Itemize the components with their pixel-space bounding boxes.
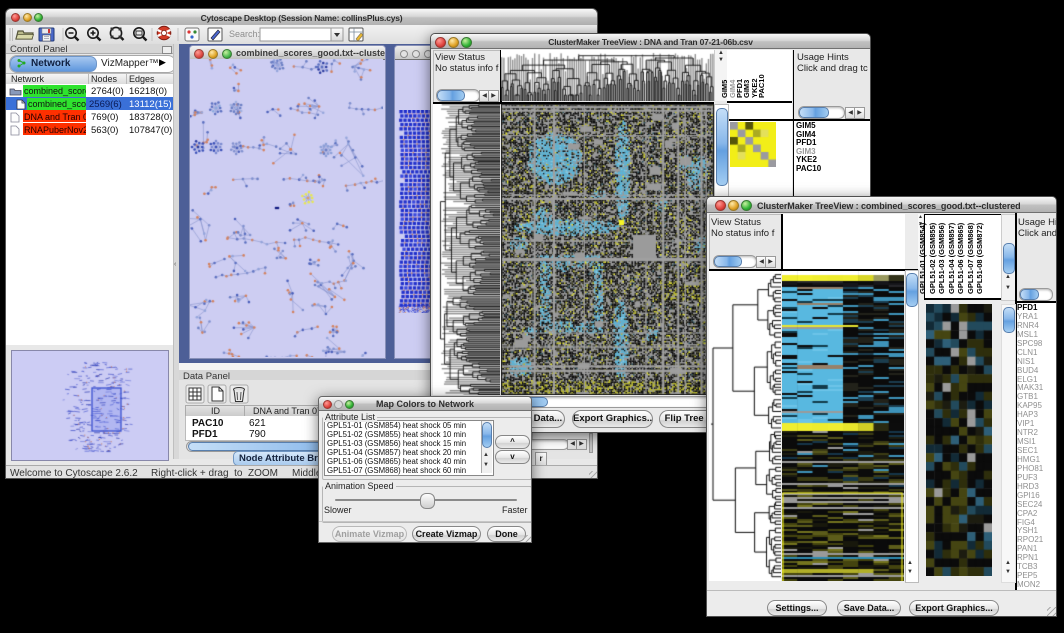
svg-text:Search:: Search: xyxy=(229,29,260,39)
